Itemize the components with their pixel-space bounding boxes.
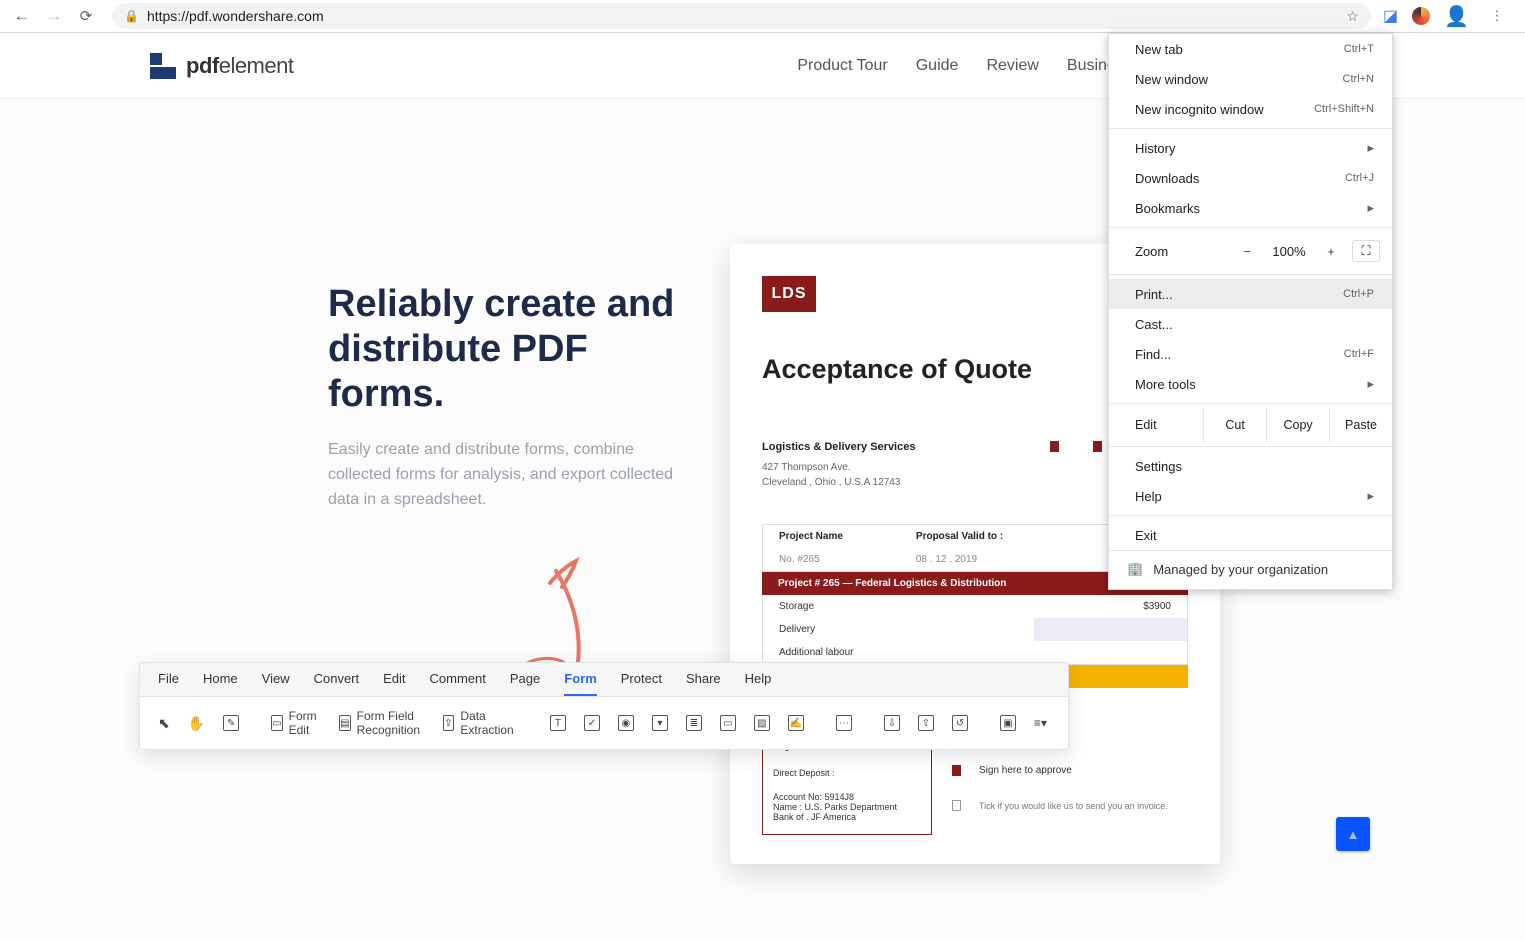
export-tool[interactable]: ⇧: [912, 711, 940, 735]
select-tool[interactable]: ⬉: [152, 711, 176, 736]
menu-settings[interactable]: Settings: [1109, 451, 1392, 481]
menu-find[interactable]: Find...Ctrl+F: [1109, 339, 1392, 369]
signature-tool[interactable]: ✍: [782, 711, 810, 735]
form-recognition-button[interactable]: ▤Form Field Recognition: [333, 705, 430, 741]
combobox-tool[interactable]: ▾: [646, 711, 674, 735]
doc-badge: LDS: [762, 276, 816, 312]
tab-edit[interactable]: Edit: [383, 671, 405, 696]
profile-icon[interactable]: 👤: [1444, 4, 1469, 29]
import-tool[interactable]: ⇩: [878, 711, 906, 735]
checkbox-icon: [952, 800, 961, 811]
form-edit-button[interactable]: ▭Form Edit: [265, 705, 327, 741]
data-extraction-button[interactable]: ⇪Data Extraction: [437, 705, 524, 741]
editor-tabs: File Home View Convert Edit Comment Page…: [140, 663, 1068, 697]
menu-help[interactable]: Help▸: [1109, 481, 1392, 511]
menu-edit-label: Edit: [1109, 408, 1204, 442]
marker-icon: [952, 765, 961, 776]
tab-page[interactable]: Page: [510, 671, 540, 696]
doc-address: 427 Thompson Ave. Cleveland , Ohio , U.S…: [762, 461, 915, 490]
menu-cut[interactable]: Cut: [1204, 408, 1267, 442]
menu-cast[interactable]: Cast...: [1109, 309, 1392, 339]
hero: Reliably create and distribute PDF forms…: [328, 282, 698, 513]
star-icon[interactable]: ☆: [1346, 8, 1359, 25]
menu-new-window[interactable]: New windowCtrl+N: [1109, 64, 1392, 94]
menu-zoom: Zoom − 100% + ⛶: [1109, 232, 1392, 270]
nav-product-tour[interactable]: Product Tour: [797, 57, 887, 75]
menu-incognito[interactable]: New incognito windowCtrl+Shift+N: [1109, 94, 1392, 124]
editor-tools: ⬉ ✋ ✎ ▭Form Edit ▤Form Field Recognition…: [140, 697, 1068, 749]
editor-toolbar: File Home View Convert Edit Comment Page…: [139, 662, 1069, 750]
menu-edit-row: Edit Cut Copy Paste: [1109, 408, 1392, 442]
triangle-up-icon: ▲: [1347, 827, 1360, 842]
address-bar[interactable]: 🔒 https://pdf.wondershare.com ☆: [112, 3, 1371, 29]
radio-tool[interactable]: ◉: [612, 711, 640, 735]
marker-icon: [1093, 441, 1102, 452]
edit-tool[interactable]: ✎: [217, 711, 245, 735]
extension-icon-2[interactable]: [1412, 7, 1430, 25]
url-text: https://pdf.wondershare.com: [147, 8, 324, 24]
forward-button[interactable]: →: [40, 2, 68, 30]
align-right-tool[interactable]: ≡▾: [1063, 712, 1069, 734]
menu-copy[interactable]: Copy: [1267, 408, 1330, 442]
logo[interactable]: pdfelement: [150, 53, 293, 79]
listbox-tool[interactable]: ≣: [680, 711, 708, 735]
extension-tray: ◪ 👤 ⋮: [1383, 2, 1517, 30]
scroll-top-button[interactable]: ▲: [1336, 817, 1370, 851]
tab-share[interactable]: Share: [686, 671, 721, 696]
browser-menu: New tabCtrl+T New windowCtrl+N New incog…: [1108, 33, 1393, 590]
browser-toolbar: ← → ⟳ 🔒 https://pdf.wondershare.com ☆ ◪ …: [0, 0, 1525, 33]
logo-text: pdfelement: [186, 53, 293, 79]
tab-form[interactable]: Form: [564, 671, 597, 696]
building-icon: 🏢: [1127, 561, 1143, 577]
menu-history[interactable]: History▸: [1109, 133, 1392, 163]
browser-menu-button[interactable]: ⋮: [1483, 2, 1511, 30]
checkbox-tool[interactable]: ✓: [578, 711, 606, 735]
nav-guide[interactable]: Guide: [916, 57, 959, 75]
menu-paste[interactable]: Paste: [1330, 408, 1392, 442]
menu-print[interactable]: Print...Ctrl+P: [1109, 279, 1392, 309]
tab-help[interactable]: Help: [745, 671, 772, 696]
hero-body: Easily create and distribute forms, comb…: [328, 438, 698, 512]
button-tool[interactable]: ▭: [714, 711, 742, 735]
reset-tool[interactable]: ↺: [946, 711, 974, 735]
zoom-value: 100%: [1268, 244, 1310, 259]
tab-file[interactable]: File: [158, 671, 179, 696]
tab-view[interactable]: View: [262, 671, 290, 696]
reload-button[interactable]: ⟳: [72, 2, 100, 30]
menu-new-tab[interactable]: New tabCtrl+T: [1109, 34, 1392, 64]
tab-protect[interactable]: Protect: [621, 671, 662, 696]
hero-title: Reliably create and distribute PDF forms…: [328, 282, 698, 416]
menu-more-tools[interactable]: More tools▸: [1109, 369, 1392, 399]
marker-icon: [1050, 441, 1059, 452]
back-button[interactable]: ←: [8, 2, 36, 30]
menu-bookmarks[interactable]: Bookmarks▸: [1109, 193, 1392, 223]
tab-home[interactable]: Home: [203, 671, 238, 696]
extension-icon-1[interactable]: ◪: [1383, 6, 1398, 26]
line-items-table: Storage$3900 Delivery Additional labour: [762, 595, 1188, 665]
hand-tool[interactable]: ✋: [182, 711, 211, 736]
zoom-in-button[interactable]: +: [1318, 244, 1344, 259]
zoom-out-button[interactable]: −: [1234, 244, 1260, 259]
lock-icon: 🔒: [124, 9, 139, 23]
template-tool[interactable]: ▣: [994, 711, 1022, 735]
menu-exit[interactable]: Exit: [1109, 520, 1392, 550]
align-left-tool[interactable]: ≡▾: [1028, 712, 1053, 734]
image-tool[interactable]: ▧: [748, 711, 776, 735]
menu-downloads[interactable]: DownloadsCtrl+J: [1109, 163, 1392, 193]
tab-comment[interactable]: Comment: [430, 671, 486, 696]
menu-managed[interactable]: 🏢 Managed by your organization: [1109, 550, 1392, 589]
text-field-tool[interactable]: T: [544, 711, 572, 735]
nav-review[interactable]: Review: [986, 57, 1038, 75]
fullscreen-button[interactable]: ⛶: [1352, 240, 1380, 262]
tab-convert[interactable]: Convert: [314, 671, 360, 696]
doc-section: Logistics & Delivery Services: [762, 441, 915, 453]
logo-mark-icon: [150, 53, 176, 79]
more-fields-tool[interactable]: ⋯: [830, 711, 858, 735]
